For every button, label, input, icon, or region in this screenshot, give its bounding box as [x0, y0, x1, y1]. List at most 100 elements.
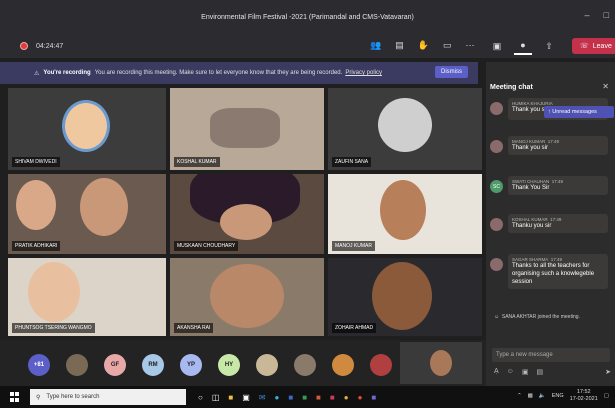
- participant-video: [80, 178, 128, 236]
- leave-label: Leave: [592, 42, 612, 50]
- participant-avatar[interactable]: [294, 354, 316, 376]
- video-tile[interactable]: MANOJ KUMAR: [328, 174, 482, 254]
- participant-video: [16, 180, 56, 230]
- participant-video: [380, 180, 426, 240]
- video-tile[interactable]: KOSHAL KUMAR: [170, 88, 324, 170]
- warning-icon: ⚠: [34, 70, 40, 77]
- more-options-icon[interactable]: ⋯: [465, 40, 474, 51]
- participant-name: PRATIK ADHIKARI: [12, 241, 61, 251]
- recording-banner: ⚠ You're recording You are recording thi…: [0, 62, 478, 84]
- compose-input[interactable]: Type a new message: [492, 348, 610, 362]
- participant-avatar[interactable]: HY: [218, 354, 240, 376]
- system-message: ☺ SANA AKHTAR joined the meeting.: [494, 314, 580, 320]
- reactions-icon[interactable]: ✋: [418, 40, 429, 51]
- store-icon[interactable]: ▣: [242, 393, 250, 402]
- video-tile[interactable]: AKANSHA RAI: [170, 258, 324, 336]
- leave-button[interactable]: ☏ Leave ⌄: [572, 38, 615, 54]
- app-icon[interactable]: ■: [330, 393, 335, 402]
- taskbar-search[interactable]: ⚲ Type here to search: [30, 389, 186, 405]
- gif-icon[interactable]: ▣: [522, 368, 529, 376]
- participant-avatar[interactable]: [370, 354, 392, 376]
- chat-bubble: SWATI CHAUHAN 17:49 Thank You Sir: [508, 176, 608, 195]
- participant-name: ZOHAIR AHMAD: [332, 323, 377, 333]
- clock[interactable]: 17:52 17-02-2021: [570, 389, 598, 403]
- maximize-icon[interactable]: □: [604, 10, 609, 20]
- video-tile[interactable]: MUSKAAN CHOUDHARY: [170, 174, 324, 254]
- unread-messages-button[interactable]: ↑ Unread messages: [544, 106, 614, 118]
- video-tile[interactable]: ZAUFIN SANA: [328, 88, 482, 170]
- privacy-policy-link[interactable]: Privacy policy: [345, 70, 382, 76]
- window-title: Environmental Film Festival -2021 (Parim…: [201, 13, 414, 21]
- chat-avatar: [490, 258, 503, 271]
- notification-icon[interactable]: ▢: [604, 393, 609, 399]
- participant-video: [62, 100, 110, 152]
- sticker-icon[interactable]: ▤: [536, 368, 543, 376]
- mic-icon[interactable]: ●: [514, 37, 532, 55]
- participant-avatar[interactable]: YP: [180, 354, 202, 376]
- windows-start-icon[interactable]: [10, 392, 20, 402]
- search-placeholder: Type here to search: [46, 394, 100, 400]
- mail-icon[interactable]: ✉: [259, 393, 266, 402]
- participant-avatar[interactable]: RM: [142, 354, 164, 376]
- word-icon[interactable]: ■: [288, 393, 293, 402]
- participant-video: [220, 204, 272, 240]
- participant-video: [372, 262, 432, 330]
- participant-video: [210, 264, 284, 328]
- app-icon[interactable]: ●: [358, 393, 363, 402]
- rooms-icon[interactable]: ▭: [443, 40, 452, 51]
- participant-avatar[interactable]: GF: [104, 354, 126, 376]
- video-grid: SHIVAM DWIVEDI KOSHAL KUMAR ZAUFIN SANA …: [8, 88, 482, 336]
- chat-text: Thank you sir: [512, 145, 549, 151]
- more-participants-badge[interactable]: +81: [28, 354, 50, 376]
- edge-icon[interactable]: ●: [275, 393, 280, 402]
- chat-bubble: MANOJ KUMAR 17:49 Thank you sir: [508, 136, 608, 155]
- task-view-icon[interactable]: ◫: [212, 393, 220, 402]
- format-icon[interactable]: Ạ: [494, 368, 499, 376]
- cortana-icon[interactable]: ○: [198, 393, 203, 402]
- excel-icon[interactable]: ■: [302, 393, 307, 402]
- dismiss-button[interactable]: Dismiss: [435, 66, 468, 78]
- participant-avatar[interactable]: [66, 354, 88, 376]
- participant-name: SHIVAM DWIVEDI: [12, 157, 60, 167]
- video-tile[interactable]: PRATIK ADHIKARI: [8, 174, 166, 254]
- chat-bubble: SAGAR SHARMA 17:49 Thanks to all the tea…: [508, 254, 608, 289]
- participant-name: MANOJ KUMAR: [332, 241, 375, 251]
- toolbar-right: ▣ ● ⇧ ☏ Leave ⌄: [488, 37, 615, 55]
- chat-avatar: [490, 102, 503, 115]
- clock-date: 17-02-2021: [569, 396, 598, 402]
- chat-avatar: SC: [490, 180, 503, 193]
- video-tile[interactable]: ZOHAIR AHMAD: [328, 258, 482, 336]
- video-tile[interactable]: SHIVAM DWIVEDI: [8, 88, 166, 170]
- chat-icon[interactable]: ▤: [395, 40, 404, 51]
- self-video-preview: [400, 342, 482, 384]
- send-icon[interactable]: ➤: [605, 368, 611, 376]
- share-screen-icon[interactable]: ⇧: [540, 37, 558, 55]
- chat-text: Thanks to all the teachers for organisin…: [512, 263, 595, 285]
- banner-title: You're recording: [43, 70, 91, 76]
- participant-avatar[interactable]: [332, 354, 354, 376]
- chat-text: Thank You Sir: [512, 185, 550, 191]
- participant-avatar[interactable]: [256, 354, 278, 376]
- chat-title: Meeting chat: [490, 84, 533, 91]
- teams-icon[interactable]: ■: [371, 393, 376, 402]
- chrome-icon[interactable]: ●: [344, 393, 349, 402]
- video-tile[interactable]: PHUNTSOG TSERING WANGMO: [8, 258, 166, 336]
- participant-name: KOSHAL KUMAR: [174, 157, 220, 167]
- participant-avatar-row: +81 GF RM YP HY: [0, 340, 486, 386]
- chat-bubble: KOSHAL KUMAR 17:49 Thanku you sir: [508, 214, 608, 233]
- close-icon[interactable]: ✕: [602, 82, 609, 91]
- volume-icon[interactable]: 🔈: [539, 393, 546, 399]
- network-icon[interactable]: ▩: [528, 393, 533, 399]
- taskbar-apps: ○ ◫ ■ ▣ ✉ ● ■ ■ ■ ■ ● ● ■: [198, 393, 376, 402]
- participant-name: ZAUFIN SANA: [332, 157, 372, 167]
- chevron-up-icon[interactable]: ⌃: [517, 393, 522, 399]
- camera-off-icon[interactable]: ▣: [488, 37, 506, 55]
- minimize-icon[interactable]: –: [585, 10, 590, 20]
- search-icon: ⚲: [36, 394, 41, 401]
- clock-time: 17:52: [576, 389, 591, 395]
- folder-icon[interactable]: ■: [228, 393, 233, 402]
- language-indicator[interactable]: ENG: [552, 393, 564, 399]
- emoji-icon[interactable]: ☺: [507, 368, 514, 376]
- powerpoint-icon[interactable]: ■: [316, 393, 321, 402]
- people-icon[interactable]: 👥: [370, 40, 381, 51]
